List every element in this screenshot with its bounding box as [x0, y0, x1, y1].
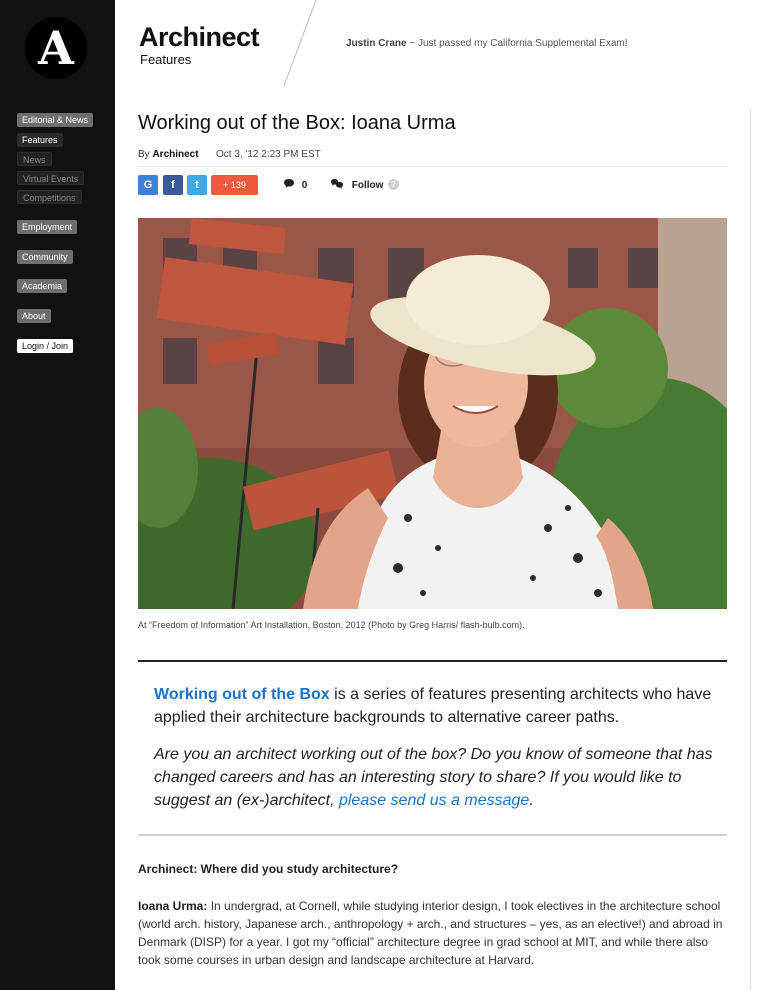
- article-title: Working out of the Box: Ioana Urma: [138, 112, 456, 134]
- divider: [138, 166, 727, 167]
- photo-illustration: [138, 218, 727, 609]
- series-intro: Working out of the Box is a series of fe…: [154, 683, 714, 729]
- author-link[interactable]: Archinect: [152, 149, 198, 160]
- share-count-button[interactable]: + 139: [211, 175, 258, 195]
- header-divider: [283, 0, 317, 87]
- nav-virtual-events[interactable]: Virtual Events: [17, 171, 85, 185]
- answer-text: In undergrad, at Cornell, while studying…: [138, 899, 723, 967]
- nav-editorial-news[interactable]: Editorial & News: [17, 113, 94, 127]
- brand-title[interactable]: Archinect: [139, 22, 260, 53]
- nav-competitions[interactable]: Competitions: [17, 190, 82, 204]
- photo-caption: At “Freedom of Information” Art Installa…: [138, 620, 525, 630]
- activity-ticker[interactable]: Justin Crane ~ Just passed my California…: [346, 38, 628, 49]
- publish-date: Oct 3, '12 2:23 PM EST: [216, 149, 321, 160]
- facebook-share-button[interactable]: f: [163, 175, 183, 195]
- byline-prefix: By: [138, 149, 150, 160]
- follow-label: Follow: [351, 180, 384, 191]
- ticker-user[interactable]: Justin Crane: [346, 38, 407, 49]
- comments-count: 0: [301, 180, 308, 191]
- section-title[interactable]: Features: [140, 52, 191, 67]
- interview-answer: Ioana Urma: In undergrad, at Cornell, wh…: [138, 897, 723, 969]
- ticker-text: ~ Just passed my California Supplemental…: [409, 38, 628, 49]
- twitter-share-button[interactable]: t: [187, 175, 207, 195]
- comments-button[interactable]: 0: [283, 178, 307, 191]
- login-join-button[interactable]: Login / Join: [17, 339, 74, 353]
- series-link[interactable]: Working out of the Box: [154, 686, 330, 703]
- follow-bubbles-icon: [331, 179, 343, 189]
- nav-news[interactable]: News: [17, 152, 52, 166]
- nav-about[interactable]: About: [17, 309, 51, 323]
- section-divider-grey: [138, 834, 727, 836]
- article-photo[interactable]: [138, 218, 727, 609]
- interview-question: Archinect: Where did you study architect…: [138, 862, 399, 876]
- byline: By Archinect: [138, 149, 199, 160]
- archinect-logo[interactable]: A: [25, 17, 87, 79]
- sidebar: A Editorial & News Features News Virtual…: [0, 0, 115, 990]
- logo-letter: A: [38, 21, 74, 75]
- google-share-button[interactable]: G: [138, 175, 158, 195]
- follow-button[interactable]: Follow: [330, 178, 383, 191]
- send-message-link[interactable]: please send us a message: [339, 792, 529, 809]
- nav-community[interactable]: Community: [17, 250, 73, 264]
- help-icon[interactable]: ?: [388, 179, 399, 190]
- submission-prompt-end: .: [529, 792, 534, 809]
- nav-features[interactable]: Features: [17, 133, 63, 147]
- nav-employment[interactable]: Employment: [17, 220, 78, 234]
- content-border: [750, 110, 751, 990]
- comment-bubble-icon: [284, 179, 294, 188]
- submission-prompt: Are you an architect working out of the …: [154, 743, 714, 812]
- nav-academia[interactable]: Academia: [17, 279, 68, 293]
- answer-speaker: Ioana Urma:: [138, 899, 208, 913]
- section-divider: [138, 660, 727, 662]
